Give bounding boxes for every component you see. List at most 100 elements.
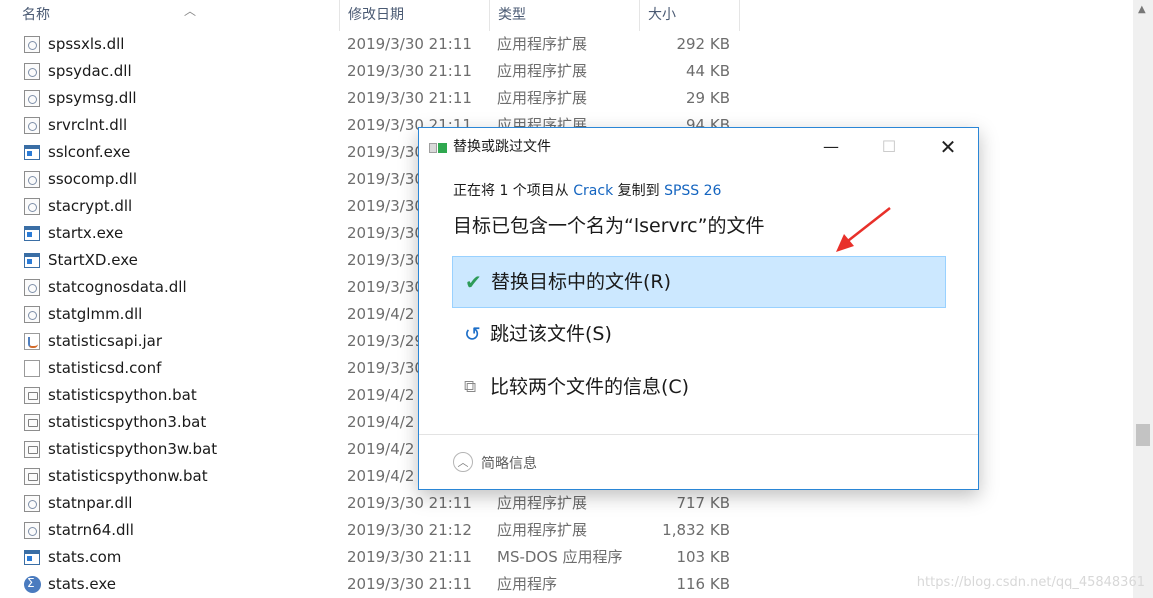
file-name: sslconf.exe <box>48 143 131 161</box>
file-size: 292 KB <box>676 35 730 53</box>
chevron-up-icon[interactable]: ︿ <box>453 452 473 472</box>
fewer-details-link[interactable]: 简略信息 <box>481 453 537 473</box>
file-name: srvrclnt.dll <box>48 116 128 134</box>
vertical-scrollbar[interactable]: ▲ <box>1133 0 1153 598</box>
dll-file-icon <box>24 117 40 134</box>
file-size: 717 KB <box>676 494 730 512</box>
copy-prefix: 正在将 1 个项目从 <box>453 183 574 199</box>
file-size: 103 KB <box>676 548 730 566</box>
close-button[interactable]: ✕ <box>925 128 971 166</box>
bat-file-icon <box>24 441 40 458</box>
file-date: 2019/3/30 21:11 <box>347 548 472 566</box>
file-date: 2019/3/30 21:11 <box>347 62 472 80</box>
replace-file-option[interactable]: ✔ 替换目标中的文件(R) <box>452 256 946 308</box>
column-header-type-label: 类型 <box>498 7 526 23</box>
file-date: 2019/3/30 <box>347 359 424 377</box>
file-date: 2019/4/2 <box>347 440 415 458</box>
file-date: 2019/3/30 21:11 <box>347 575 472 593</box>
file-name: statisticspython3.bat <box>48 413 207 431</box>
bat-file-icon <box>24 387 40 404</box>
file-type: 应用程序扩展 <box>497 494 588 512</box>
skip-arrow-icon: ↺ <box>464 322 481 346</box>
file-date: 2019/3/30 <box>347 170 424 188</box>
file-date: 2019/4/2 <box>347 386 415 404</box>
file-name: statisticsapi.jar <box>48 332 163 350</box>
dll-file-icon <box>24 306 40 323</box>
dialog-titlebar[interactable]: 替换或跳过文件 — ☐ ✕ <box>419 128 978 166</box>
file-name: statisticspythonw.bat <box>48 467 208 485</box>
file-row[interactable]: statrn64.dll 2019/3/30 21:12 应用程序扩展 1,832 K… <box>0 517 760 544</box>
bat-file-icon <box>24 468 40 485</box>
column-header-size[interactable]: 大小 <box>640 0 740 31</box>
file-type: 应用程序扩展 <box>497 89 588 107</box>
column-header-modified[interactable]: 修改日期 <box>340 0 490 31</box>
column-header-type[interactable]: 类型 <box>490 0 640 31</box>
skip-file-option[interactable]: ↺ 跳过该文件(S) <box>452 309 946 361</box>
file-name: statnpar.dll <box>48 494 133 512</box>
annotation-arrow-icon <box>836 207 891 252</box>
watermark-text: https://blog.csdn.net/qq_45848361 <box>916 575 1145 590</box>
dll-file-icon <box>24 522 40 539</box>
file-row[interactable]: stats.com 2019/3/30 21:11 MS-DOS 应用程序 103 K… <box>0 544 760 571</box>
destination-folder-link[interactable]: SPSS 26 <box>664 183 721 199</box>
copy-mid: 复制到 <box>613 183 665 199</box>
file-size: 116 KB <box>676 575 730 593</box>
replace-or-skip-dialog: 替换或跳过文件 — ☐ ✕ 正在将 1 个项目从 Crack 复制到 SPSS … <box>418 127 979 490</box>
exe-file-icon <box>24 145 40 160</box>
dll-file-icon <box>24 495 40 512</box>
column-header-size-label: 大小 <box>648 7 676 23</box>
file-type: MS-DOS 应用程序 <box>497 548 623 566</box>
dll-file-icon <box>24 198 40 215</box>
dll-file-icon <box>24 90 40 107</box>
file-row[interactable]: spsymsg.dll 2019/3/30 21:11 应用程序扩展 29 KB <box>0 85 760 112</box>
source-folder-link[interactable]: Crack <box>573 183 613 199</box>
compare-files-option[interactable]: ⧉ 比较两个文件的信息(C) <box>452 362 946 414</box>
maximize-button[interactable]: ☐ <box>866 128 912 166</box>
file-date: 2019/4/2 <box>347 305 415 323</box>
file-size: 44 KB <box>686 62 730 80</box>
file-date: 2019/3/29 <box>347 332 424 350</box>
spss-app-icon <box>24 570 41 597</box>
file-date: 2019/3/30 21:11 <box>347 35 472 53</box>
file-date: 2019/3/30 <box>347 224 424 242</box>
file-date: 2019/3/30 21:11 <box>347 89 472 107</box>
file-row[interactable]: statnpar.dll 2019/3/30 21:11 应用程序扩展 717 KB <box>0 490 760 517</box>
dialog-title: 替换或跳过文件 <box>453 139 551 155</box>
copy-status-text: 正在将 1 个项目从 Crack 复制到 SPSS 26 <box>453 180 721 200</box>
file-row[interactable]: stats.exe 2019/3/30 21:11 应用程序 116 KB <box>0 570 760 598</box>
file-date: 2019/3/30 21:12 <box>347 521 472 539</box>
dll-file-icon <box>24 63 40 80</box>
replace-file-label: 替换目标中的文件(R) <box>491 271 672 293</box>
file-date: 2019/3/30 <box>347 143 424 161</box>
bat-file-icon <box>24 414 40 431</box>
scroll-up-icon[interactable]: ▲ <box>1138 4 1146 15</box>
exe-file-icon <box>24 226 40 241</box>
conf-file-icon <box>24 360 40 377</box>
conflict-headline: 目标已包含一个名为“lservrc”的文件 <box>453 215 765 237</box>
file-size: 1,832 KB <box>662 521 730 539</box>
scrollbar-thumb[interactable] <box>1136 424 1150 446</box>
file-row[interactable]: spssxls.dll 2019/3/30 21:11 应用程序扩展 292 KB <box>0 31 760 58</box>
file-name: statisticsd.conf <box>48 359 162 377</box>
file-name: spsymsg.dll <box>48 89 137 107</box>
file-name: stats.exe <box>48 575 116 593</box>
checkmark-icon: ✔ <box>465 270 482 294</box>
file-size: 29 KB <box>686 89 730 107</box>
file-date: 2019/3/30 <box>347 251 424 269</box>
file-type: 应用程序扩展 <box>497 35 588 53</box>
file-name: spssxls.dll <box>48 35 125 53</box>
column-header-name-label: 名称 <box>22 7 50 23</box>
file-date: 2019/4/2 <box>347 413 415 431</box>
column-header-name[interactable]: 名称 ︿ <box>14 0 340 31</box>
file-type: 应用程序 <box>497 575 558 593</box>
file-date: 2019/3/30 <box>347 197 424 215</box>
file-name: StartXD.exe <box>48 251 138 269</box>
compare-files-icon: ⧉ <box>464 377 477 397</box>
file-type: 应用程序扩展 <box>497 62 588 80</box>
skip-file-label: 跳过该文件(S) <box>490 323 612 345</box>
file-name: statcognosdata.dll <box>48 278 187 296</box>
file-row[interactable]: spsydac.dll 2019/3/30 21:11 应用程序扩展 44 KB <box>0 58 760 85</box>
column-header-modified-label: 修改日期 <box>348 7 404 23</box>
file-name: startx.exe <box>48 224 124 242</box>
minimize-button[interactable]: — <box>808 128 854 166</box>
